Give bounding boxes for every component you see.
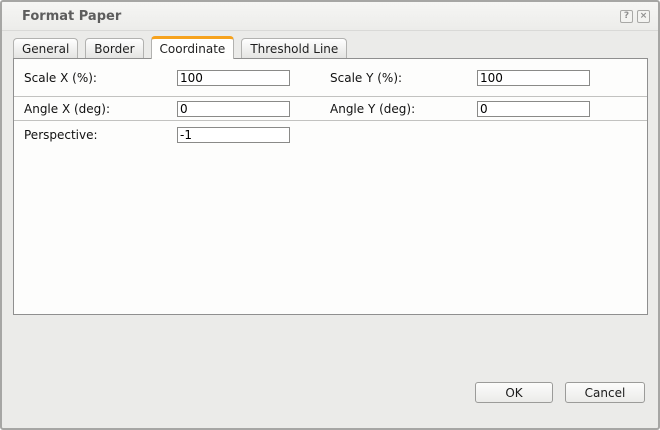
scale-y-label: Scale Y (%):: [330, 70, 403, 85]
help-icon: ?: [623, 10, 630, 21]
scale-x-label: Scale X (%):: [24, 70, 97, 85]
coordinate-tab-panel: Scale X (%): Scale Y (%): Angle X (deg):…: [13, 58, 648, 315]
scale-y-input[interactable]: [477, 69, 590, 86]
tab-border[interactable]: Border: [85, 38, 144, 58]
ok-button[interactable]: OK: [475, 382, 553, 403]
scale-x-input[interactable]: [177, 69, 290, 86]
tab-bar: General Border Coordinate Threshold Line: [13, 36, 354, 59]
title-bar: Format Paper ? ×: [2, 2, 658, 31]
angle-x-label: Angle X (deg):: [24, 101, 111, 116]
tab-general[interactable]: General: [13, 38, 79, 58]
close-icon: ×: [639, 10, 648, 21]
angle-x-input[interactable]: [177, 100, 290, 117]
angle-y-label: Angle Y (deg):: [330, 101, 416, 116]
format-paper-dialog: Format Paper ? × General Border Coordina…: [0, 0, 660, 430]
tab-threshold-line[interactable]: Threshold Line: [241, 38, 348, 58]
form-row-scale: Scale X (%): Scale Y (%):: [14, 59, 647, 96]
close-button[interactable]: ×: [637, 9, 650, 23]
perspective-label: Perspective:: [24, 127, 98, 142]
cancel-button[interactable]: Cancel: [565, 382, 645, 403]
dialog-title: Format Paper: [22, 8, 122, 24]
help-button[interactable]: ?: [620, 9, 633, 23]
perspective-input[interactable]: [177, 126, 290, 143]
tab-coordinate[interactable]: Coordinate: [150, 36, 235, 59]
angle-y-input[interactable]: [477, 100, 590, 117]
form-row-angle: Angle X (deg): Angle Y (deg):: [14, 97, 647, 120]
form-row-perspective: Perspective:: [14, 121, 647, 148]
